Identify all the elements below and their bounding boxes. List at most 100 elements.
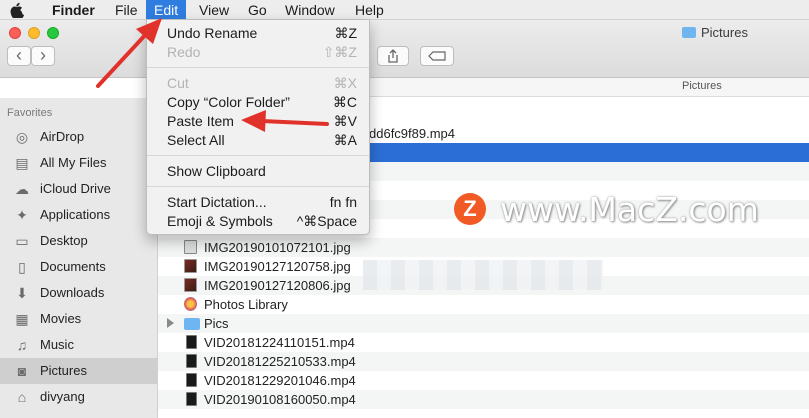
file-name: VID20181225210533.mp4 [204, 354, 356, 369]
tag-icon [428, 51, 446, 61]
menu-item-shortcut: ⌘C [332, 94, 357, 110]
sidebar-item-label: divyang [40, 389, 85, 404]
forward-button[interactable]: › [31, 46, 55, 66]
list-item[interactable]: IMG20190101072101.jpg [158, 238, 809, 257]
menu-item-shortcut: fn fn [329, 194, 357, 210]
list-item[interactable]: Pics [158, 314, 809, 333]
edit-menu-dropdown: Undo Rename ⌘Z Redo ⇧⌘Z Cut ⌘X Copy “Col… [146, 19, 370, 235]
menu-item-label: Cut [167, 75, 189, 91]
watermark-logo: Z [454, 193, 486, 225]
list-item[interactable]: VID20181224110151.mp4 [158, 333, 809, 352]
close-button[interactable] [9, 27, 21, 39]
sidebar-item-label: Downloads [40, 285, 105, 300]
home-icon: ⌂ [17, 389, 27, 405]
sidebar-item-label: Documents [40, 259, 106, 274]
menu-item-show-clipboard[interactable]: Show Clipboard [147, 162, 369, 181]
menu-item-label: Select All [167, 132, 225, 148]
menu-finder[interactable]: Finder [52, 0, 95, 20]
menu-item-emoji-symbols[interactable]: Emoji & Symbols ^⌘Space [147, 212, 369, 231]
sidebar-item-applications[interactable]: ✦ Applications [0, 202, 157, 228]
photos-library-icon [184, 297, 197, 311]
menu-item-label: Undo Rename [167, 25, 258, 41]
tags-button[interactable] [420, 46, 454, 66]
sidebar-item-all-my-files[interactable]: ▤ All My Files [0, 150, 157, 176]
toolbar: ‹ › Pictures [0, 20, 809, 78]
sidebar-item-label: Applications [40, 207, 111, 222]
all-files-icon: ▤ [15, 155, 29, 171]
menu-item-shortcut: ⌘X [333, 75, 357, 91]
list-item[interactable]: VID20181229201046.mp4 [158, 371, 809, 390]
sidebar-item-pictures[interactable]: ◙ Pictures [0, 358, 157, 384]
zoom-button[interactable] [47, 27, 59, 39]
list-item[interactable]: VID20190108160050.mp4 [158, 390, 809, 409]
menu-item-copy[interactable]: Copy “Color Folder” ⌘C [147, 93, 369, 112]
list-item[interactable]: VID20181225210533.mp4 [158, 352, 809, 371]
menu-item-shortcut: ⌘Z [334, 25, 357, 41]
sidebar-item-label: Music [40, 337, 74, 352]
menu-item-label: Emoji & Symbols [167, 213, 273, 229]
sidebar-item-label: All My Files [40, 155, 107, 170]
video-file-icon [186, 354, 197, 368]
menu-file[interactable]: File [115, 0, 138, 20]
menu-item-label: Paste Item [167, 113, 234, 129]
menu-item-start-dictation[interactable]: Start Dictation... fn fn [147, 193, 369, 212]
menu-item-select-all[interactable]: Select All ⌘A [147, 131, 369, 150]
sidebar-item-music[interactable]: ♫ Music [0, 332, 157, 358]
movies-icon: ▦ [15, 311, 29, 327]
menu-bar: Finder File Edit View Go Window Help [0, 0, 809, 20]
file-name: VID20181224110151.mp4 [204, 335, 355, 350]
minimize-button[interactable] [28, 27, 40, 39]
menu-edit[interactable]: Edit [146, 0, 187, 20]
file-name: VID20190108160050.mp4 [204, 392, 356, 407]
menu-separator [147, 186, 369, 187]
menu-view[interactable]: View [199, 0, 229, 20]
downloads-icon: ⬇ [16, 285, 28, 301]
menu-item-undo[interactable]: Undo Rename ⌘Z [147, 24, 369, 43]
sidebar-item-airdrop[interactable]: ◎ AirDrop [0, 124, 157, 150]
file-name: IMG20190127120758.jpg [204, 259, 351, 274]
sidebar-item-movies[interactable]: ▦ Movies [0, 306, 157, 332]
documents-icon: ▯ [18, 259, 26, 275]
menu-help[interactable]: Help [355, 0, 384, 20]
file-name: IMG20190127120806.jpg [204, 278, 351, 293]
menu-window[interactable]: Window [285, 0, 335, 20]
menu-item-shortcut: ⌘A [333, 132, 357, 148]
menu-separator [147, 155, 369, 156]
cloud-icon: ☁ [15, 181, 29, 197]
window-title-text: Pictures [701, 25, 748, 40]
menu-go[interactable]: Go [248, 0, 267, 20]
sidebar-item-label: Desktop [40, 233, 88, 248]
menu-item-paste[interactable]: Paste Item ⌘V [147, 112, 369, 131]
menu-item-shortcut: ⇧⌘Z [322, 44, 357, 60]
blurred-area [363, 260, 603, 290]
column-header-label: Pictures [682, 80, 722, 92]
share-button[interactable] [377, 46, 409, 66]
list-item[interactable]: Photos Library [158, 295, 809, 314]
sidebar-item-downloads[interactable]: ⬇ Downloads [0, 280, 157, 306]
sidebar-item-icloud-drive[interactable]: ☁ iCloud Drive [0, 176, 157, 202]
desktop-icon: ▭ [15, 233, 29, 249]
music-icon: ♫ [16, 337, 28, 353]
sidebar-heading: Favorites [7, 107, 53, 119]
sidebar-item-label: iCloud Drive [40, 181, 111, 196]
sidebar-item-desktop[interactable]: ▭ Desktop [0, 228, 157, 254]
disclosure-triangle-icon[interactable] [167, 318, 174, 328]
file-name: dd6fc9f89.mp4 [369, 126, 456, 141]
video-file-icon [186, 373, 197, 387]
sidebar-item-label: AirDrop [40, 129, 85, 144]
file-name: IMG20190101072101.jpg [204, 240, 351, 255]
menu-item-label: Start Dictation... [167, 194, 267, 210]
file-name: Photos Library [204, 297, 288, 312]
back-button[interactable]: ‹ [7, 46, 31, 66]
sidebar-item-documents[interactable]: ▯ Documents [0, 254, 157, 280]
sidebar-item-label: Movies [40, 311, 82, 326]
image-file-icon [184, 259, 197, 273]
menu-item-shortcut: ^⌘Space [296, 213, 357, 229]
sidebar: Favorites ◎ AirDrop ▤ All My Files ☁ iCl… [0, 98, 158, 418]
apple-icon[interactable] [10, 2, 24, 18]
sidebar-item-divyang[interactable]: ⌂ divyang [0, 384, 157, 410]
menu-item-label: Show Clipboard [167, 163, 266, 179]
file-name: VID20181229201046.mp4 [204, 373, 356, 388]
menu-item-redo: Redo ⇧⌘Z [147, 43, 369, 62]
file-name: Pics [204, 316, 229, 331]
